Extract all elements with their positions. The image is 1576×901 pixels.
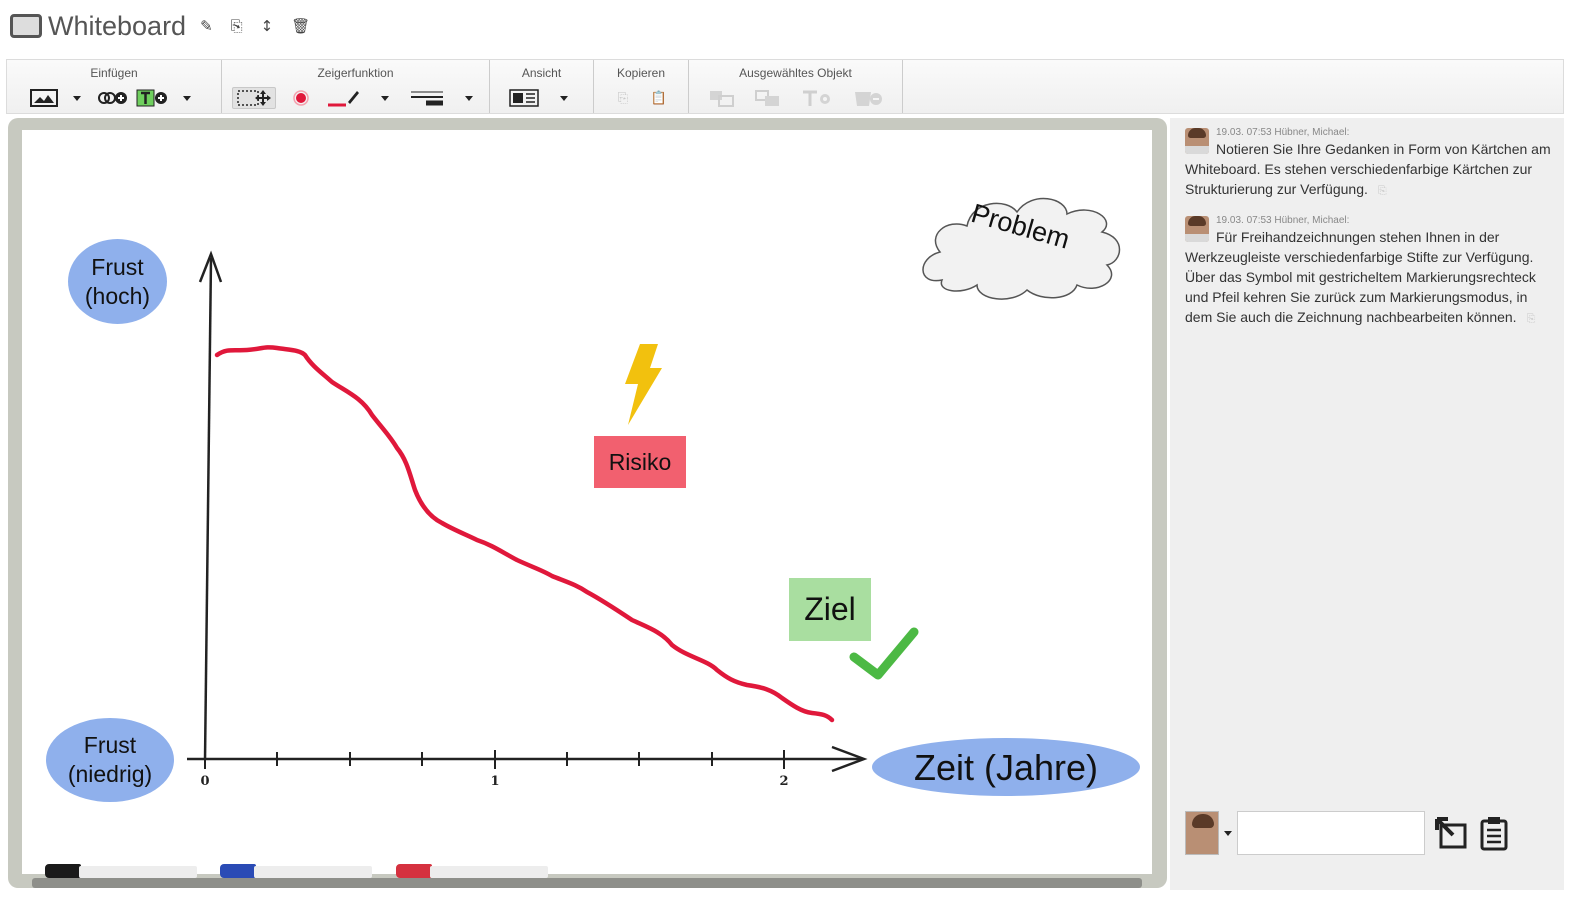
user-select-dropdown[interactable] — [1219, 811, 1237, 855]
goal-card-label: Ziel — [804, 591, 856, 627]
pen-tool-icon[interactable] — [326, 87, 360, 109]
resize-vertical-icon[interactable]: ↕ — [261, 17, 274, 35]
marker-tray — [32, 878, 1142, 888]
chat-message: 19.03. 07:53 Hübner, Michael: Für Freiha… — [1185, 214, 1557, 329]
whiteboard-canvas[interactable]: 0 1 2 Problem Frust (hoch) Frust (niedrig)… — [22, 130, 1152, 874]
window-titlebar: Whiteboard ✎ ⎘ ↕ 🗑 — [10, 6, 328, 46]
frust-high-label-line2: (hoch) — [84, 282, 151, 309]
chat-panel: 19.03. 07:53 Hübner, Michael: Notieren S… — [1170, 118, 1564, 890]
chat-message-meta: 19.03. 07:53 Hübner, Michael: — [1216, 127, 1350, 138]
view-dropdown-button[interactable] — [553, 87, 575, 109]
toolbar-group-pointer: Zeigerfunktion — [222, 60, 490, 113]
add-link-icon[interactable] — [96, 87, 128, 109]
frust-high-ellipse[interactable]: Frust (hoch) — [68, 239, 167, 324]
send-to-back-icon[interactable] — [754, 87, 781, 109]
lightning-icon — [625, 344, 662, 425]
line-width-dropdown-button[interactable] — [458, 87, 480, 109]
copy-to-board-icon[interactable]: ⎘ — [1378, 185, 1387, 197]
chat-message-text: Notieren Sie Ihre Gedanken in Form von K… — [1185, 141, 1551, 197]
copy-to-board-icon[interactable]: ⎘ — [1527, 313, 1536, 325]
avatar — [1185, 216, 1209, 242]
toolbar-group-label: Ansicht — [521, 66, 562, 80]
chat-message-text: Für Freihandzeichnungen stehen Ihnen in … — [1185, 229, 1536, 325]
chat-message-meta: 19.03. 07:53 Hübner, Michael: — [1216, 215, 1350, 226]
frust-low-label-line2: (niedrig) — [67, 761, 153, 787]
text-settings-icon[interactable] — [801, 87, 833, 109]
bring-to-front-icon[interactable] — [709, 87, 735, 109]
x-tick-label-2: 2 — [779, 774, 788, 789]
frustration-curve — [214, 345, 835, 723]
toolbar-group-label: Einfügen — [90, 66, 138, 80]
insert-image-button[interactable] — [30, 87, 58, 109]
add-text-dropdown-button[interactable] — [176, 87, 198, 109]
copy-icon[interactable]: ⎘ — [612, 87, 634, 109]
x-tick-label-1: 1 — [490, 774, 499, 789]
trash-icon[interactable]: 🗑 — [291, 17, 310, 35]
toolbar: Einfügen Zeigerfunktion Ansicht Kopieren… — [6, 59, 1564, 114]
user-avatar[interactable] — [1185, 811, 1219, 855]
copy-icon[interactable]: ⎘ — [231, 17, 243, 35]
toolbar-group-label: Kopieren — [616, 66, 666, 80]
time-axis-label: Zeit (Jahre) — [913, 746, 1099, 788]
avatar — [1185, 128, 1209, 154]
chat-input-bar — [1185, 809, 1557, 857]
time-axis-ellipse[interactable]: Zeit (Jahre) — [872, 738, 1140, 796]
send-message-icon[interactable] — [1433, 815, 1469, 851]
clipboard-icon[interactable] — [1479, 815, 1509, 851]
chat-message: 19.03. 07:53 Hübner, Michael: Notieren S… — [1185, 126, 1557, 201]
goal-card[interactable]: Ziel — [789, 578, 871, 641]
select-move-button[interactable] — [231, 87, 276, 109]
add-text-icon[interactable] — [136, 87, 168, 109]
line-width-icon[interactable] — [410, 87, 444, 109]
pen-dropdown-button[interactable] — [374, 87, 396, 109]
toolbar-group-label: Ausgewähltes Objekt — [739, 66, 852, 80]
laser-pointer-icon[interactable] — [290, 87, 312, 109]
delete-object-icon[interactable] — [853, 87, 883, 109]
toolbar-group-label: Zeigerfunktion — [317, 66, 394, 80]
frust-low-label-line1: Frust — [83, 732, 137, 759]
toolbar-group-copy: Kopieren ⎘ 📋 — [594, 60, 689, 113]
view-mode-icon[interactable] — [508, 87, 539, 109]
frust-high-label-line1: Frust — [91, 253, 144, 280]
risk-card-label: Risiko — [608, 448, 672, 475]
toolbar-group-insert: Einfügen — [7, 60, 222, 113]
x-tick-label-0: 0 — [200, 774, 209, 789]
rename-icon[interactable]: ✎ — [200, 17, 213, 35]
insert-dropdown-button[interactable] — [66, 87, 88, 109]
window-title: Whiteboard — [48, 10, 187, 41]
toolbar-group-selected-object: Ausgewähltes Objekt — [689, 60, 903, 113]
y-axis-line — [203, 257, 213, 761]
paste-icon[interactable]: 📋 — [648, 87, 670, 109]
toolbar-group-view: Ansicht — [490, 60, 594, 113]
whiteboard-icon — [10, 14, 42, 38]
risk-card[interactable]: Risiko — [594, 436, 686, 488]
chat-input[interactable] — [1237, 811, 1425, 855]
frust-low-ellipse[interactable]: Frust (niedrig) — [46, 718, 174, 802]
